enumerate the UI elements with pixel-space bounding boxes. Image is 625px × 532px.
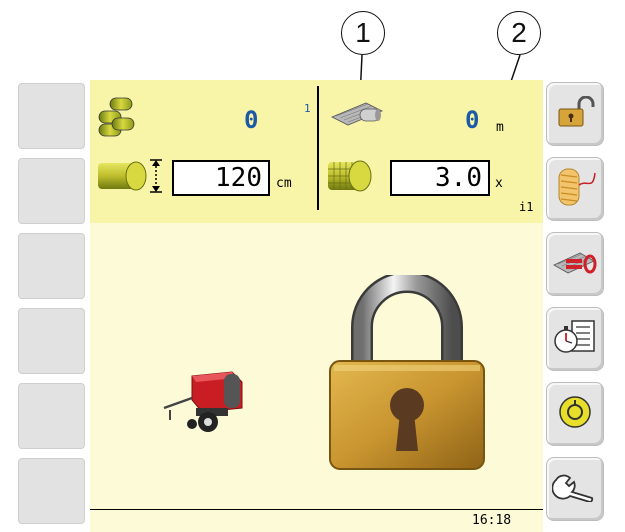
- left-softkey-5[interactable]: [18, 383, 85, 449]
- twine-spool-icon: [553, 165, 597, 213]
- padlock-locked-icon: [326, 271, 488, 479]
- left-softkey-4[interactable]: [18, 308, 85, 374]
- stopwatch-list-icon: [552, 317, 598, 361]
- bale-stack-icon: [96, 97, 136, 141]
- net-roll-icon: [330, 99, 384, 133]
- net-length-value: 0: [465, 106, 480, 134]
- unlock-button[interactable]: [546, 82, 604, 146]
- callout-1: 1: [341, 11, 385, 55]
- left-softkey-1[interactable]: [18, 83, 85, 149]
- clock-display: 16:18: [472, 513, 512, 528]
- round-function-button[interactable]: [546, 382, 604, 446]
- wrench-icon: [551, 472, 598, 506]
- callout-2: 2: [497, 11, 541, 55]
- net-counter-reset-button[interactable]: [546, 232, 604, 296]
- timer-button[interactable]: [546, 307, 604, 371]
- left-softkey-2[interactable]: [18, 158, 85, 224]
- unlock-icon: [555, 95, 595, 132]
- left-softkey-3[interactable]: [18, 233, 85, 299]
- info-indicator: i1: [519, 200, 534, 214]
- bale-count-value: 0: [244, 106, 259, 134]
- status-bar-line: [90, 509, 543, 510]
- layer-count-value: 1: [304, 102, 311, 115]
- net-wraps-input[interactable]: 3.0: [390, 160, 490, 196]
- round-function-icon: [557, 394, 593, 434]
- twine-button[interactable]: [546, 157, 604, 221]
- bale-diameter-icon: [96, 156, 168, 200]
- left-softkey-6[interactable]: [18, 458, 85, 524]
- round-baler-icon: [162, 370, 252, 440]
- counter-panel: 0 1 120 cm 0 m 3.0 x i1: [90, 80, 543, 223]
- net-length-unit: m: [496, 120, 504, 135]
- settings-button[interactable]: [546, 457, 604, 521]
- main-display: 0 1 120 cm 0 m 3.0 x i1 16:18: [90, 80, 543, 532]
- net-counter-reset-icon: [552, 245, 598, 283]
- terminal-screen: 0 1 120 cm 0 m 3.0 x i1 16:18: [18, 80, 618, 532]
- net-wrap-icon: [326, 154, 376, 202]
- net-wraps-unit: x: [495, 176, 503, 191]
- panel-divider: [317, 86, 319, 210]
- bale-diameter-input[interactable]: 120: [172, 160, 270, 196]
- bale-diameter-unit: cm: [276, 176, 292, 191]
